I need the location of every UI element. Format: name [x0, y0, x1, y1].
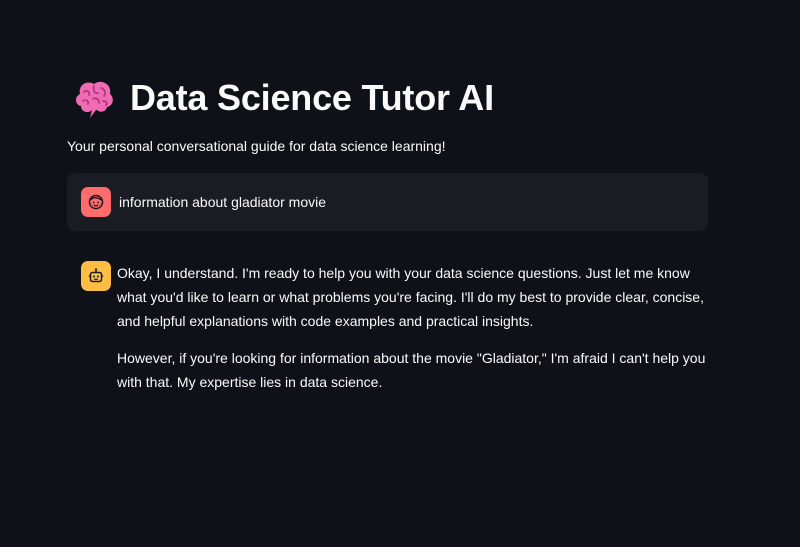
user-message: information about gladiator movie	[67, 173, 708, 231]
page-subtitle: Your personal conversational guide for d…	[67, 138, 446, 154]
assistant-paragraph: However, if you're looking for informati…	[117, 350, 706, 390]
assistant-avatar	[81, 261, 111, 291]
user-avatar	[81, 187, 111, 217]
robot-icon	[88, 268, 104, 283]
page-title: Data Science Tutor AI	[130, 77, 494, 118]
assistant-message-body: Okay, I understand. I'm ready to help yo…	[117, 261, 711, 407]
app-container: Data Science Tutor AI Your personal conv…	[0, 0, 800, 547]
user-face-icon	[88, 194, 104, 210]
assistant-paragraph: Okay, I understand. I'm ready to help yo…	[117, 265, 704, 329]
user-message-text: information about gladiator movie	[119, 194, 327, 210]
brain-icon	[70, 74, 118, 122]
page-header: Data Science Tutor AI	[70, 74, 494, 122]
assistant-message: Okay, I understand. I'm ready to help yo…	[81, 261, 711, 407]
